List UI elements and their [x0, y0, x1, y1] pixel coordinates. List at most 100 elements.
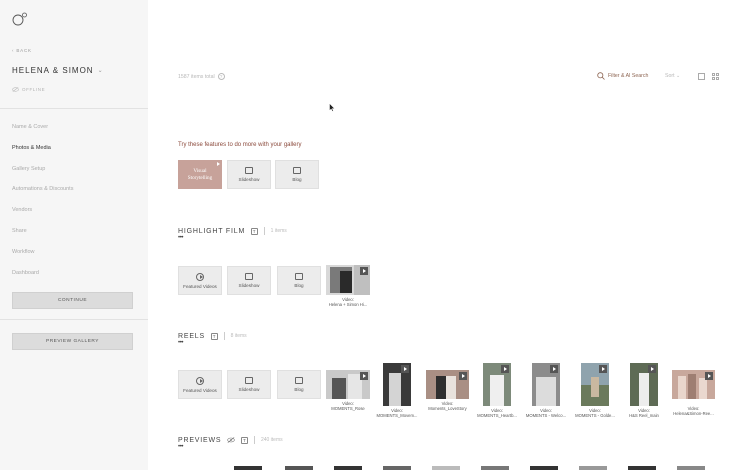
preview-thumbnail[interactable]: [579, 466, 607, 470]
preview-thumbnail[interactable]: [285, 466, 313, 470]
featured-videos-label: Featured Videos: [183, 387, 217, 393]
preview-thumbnail[interactable]: [383, 466, 411, 470]
play-icon: [501, 365, 509, 373]
play-icon: [401, 365, 409, 373]
slideshow-label: Slideshow: [238, 387, 260, 392]
section-title: PREVIEWS: [178, 436, 222, 444]
nav-item-workflow[interactable]: Workflow: [12, 247, 73, 268]
preview-thumbnail[interactable]: [432, 466, 460, 470]
video-thumbnail[interactable]: Video: H&S Reel_main: [629, 363, 659, 418]
slideshow-icon: [245, 167, 253, 174]
play-icon: [360, 372, 368, 380]
video-thumbnail[interactable]: Video: MOMENTS_Heartb...: [477, 363, 517, 418]
reels-header: REELS T 8 items: [178, 332, 247, 340]
promo-blog-card[interactable]: Blog: [275, 160, 319, 189]
video-thumbnail[interactable]: Video: Moments_LoveStory: [426, 370, 469, 411]
play-icon: [550, 365, 558, 373]
previews-header: PREVIEWS T 240 items: [178, 436, 283, 444]
play-icon: [217, 162, 220, 166]
promo-slideshow-card[interactable]: Slideshow: [227, 160, 271, 189]
search-icon: [597, 72, 605, 80]
video-caption: Video: Helena&Simon-Ree...: [673, 406, 714, 416]
blog-icon: [293, 167, 301, 174]
blog-label: Blog: [292, 177, 302, 182]
more-options-icon[interactable]: •••: [178, 444, 184, 450]
nav-item-automations[interactable]: Automations & Discounts: [12, 184, 73, 205]
eye-off-icon[interactable]: [227, 437, 236, 443]
divider: [254, 436, 255, 444]
preview-thumbnail[interactable]: [481, 466, 509, 470]
status-label: OFFLINE: [22, 87, 46, 92]
slideshow-icon: [245, 273, 253, 280]
preview-thumbnail[interactable]: [628, 466, 656, 470]
sort-dropdown[interactable]: Sort ⌄: [665, 73, 680, 79]
sort-label: Sort: [665, 73, 675, 79]
gallery-status[interactable]: OFFLINE: [12, 87, 45, 92]
more-options-icon[interactable]: •••: [178, 340, 184, 346]
video-thumbnail[interactable]: Video: MOMENTS_Movem...: [377, 363, 417, 418]
grid-view-icon[interactable]: [712, 73, 719, 80]
video-thumbnail[interactable]: Video: MOMENTS_Rose: [326, 370, 370, 411]
sidebar-nav: Name & Cover Photos & Media Gallery Setu…: [12, 122, 73, 288]
highlight-featured-videos-card[interactable]: Featured Videos: [178, 266, 222, 295]
play-circle-icon: [196, 272, 204, 281]
divider: [0, 319, 148, 320]
slideshow-label: Slideshow: [238, 283, 260, 288]
highlight-blog-card[interactable]: Blog: [277, 266, 321, 295]
text-tag-icon[interactable]: T: [241, 436, 249, 444]
nav-item-gallery-setup[interactable]: Gallery Setup: [12, 164, 73, 185]
help-icon[interactable]: ?: [217, 73, 225, 80]
section-title: HIGHLIGHT FILM: [178, 227, 246, 235]
text-tag-icon[interactable]: T: [210, 332, 218, 340]
nav-item-photos-media[interactable]: Photos & Media: [12, 143, 73, 164]
blog-icon: [295, 273, 303, 280]
reels-featured-videos-card[interactable]: Featured Videos: [178, 370, 222, 399]
video-thumbnail[interactable]: Video: MOMENTS - Welco...: [526, 363, 566, 418]
play-circle-icon: [196, 376, 204, 385]
nav-item-vendors[interactable]: Vendors: [12, 205, 73, 226]
single-view-icon[interactable]: [698, 73, 705, 80]
nav-item-dashboard[interactable]: Dashboard: [12, 268, 73, 289]
video-caption: Video: Helena + Simon Hi...: [328, 297, 368, 307]
highlight-film-header: HIGHLIGHT FILM T 1 items: [178, 227, 287, 235]
divider: [0, 108, 148, 109]
visual-storytelling-card[interactable]: Visual Storytelling: [178, 160, 222, 189]
storytelling-label: Visual Storytelling: [187, 168, 213, 181]
section-title: REELS: [178, 332, 205, 340]
filter-ai-search-button[interactable]: Filter & AI Search: [597, 72, 648, 80]
play-icon: [705, 372, 713, 380]
more-options-icon[interactable]: •••: [178, 235, 184, 241]
divider: [223, 332, 225, 340]
video-thumbnail[interactable]: Video: Helena&Simon-Ree...: [672, 370, 715, 416]
video-thumbnail[interactable]: Video: Helena + Simon Hi...: [326, 265, 370, 307]
gallery-name-dropdown[interactable]: HELENA & SIMON ⌄: [12, 66, 104, 75]
blog-label: Blog: [294, 387, 304, 392]
chevron-left-icon: ‹: [12, 48, 15, 53]
video-thumbnail[interactable]: Video: MOMENTS - Golde...: [575, 363, 615, 418]
slideshow-label: Slideshow: [238, 177, 260, 182]
preview-gallery-button[interactable]: PREVIEW GALLERY: [12, 333, 133, 350]
logo-icon[interactable]: [12, 12, 28, 26]
preview-thumbnail[interactable]: [530, 466, 558, 470]
play-icon: [648, 365, 656, 373]
back-link[interactable]: ‹ BACK: [12, 48, 32, 53]
reels-blog-card[interactable]: Blog: [277, 370, 321, 399]
divider: [264, 227, 265, 235]
reels-slideshow-card[interactable]: Slideshow: [227, 370, 271, 399]
chevron-down-icon: ⌄: [675, 73, 681, 79]
items-total-label: 1587 items total: [178, 73, 215, 80]
items-total: 1587 items total ?: [178, 73, 225, 80]
blog-icon: [295, 377, 303, 384]
nav-item-share[interactable]: Share: [12, 226, 73, 247]
play-icon: [599, 365, 607, 373]
text-tag-icon[interactable]: T: [251, 227, 259, 235]
eye-off-icon: [12, 87, 19, 92]
nav-item-name-cover[interactable]: Name & Cover: [12, 122, 73, 143]
preview-thumbnail[interactable]: [334, 466, 362, 470]
preview-thumbnail[interactable]: [677, 466, 705, 470]
mouse-cursor-icon: [329, 103, 335, 112]
continue-button[interactable]: CONTINUE: [12, 292, 133, 309]
preview-thumbnail[interactable]: [234, 466, 262, 470]
highlight-slideshow-card[interactable]: Slideshow: [227, 266, 271, 295]
filter-label: Filter & AI Search: [608, 73, 649, 79]
